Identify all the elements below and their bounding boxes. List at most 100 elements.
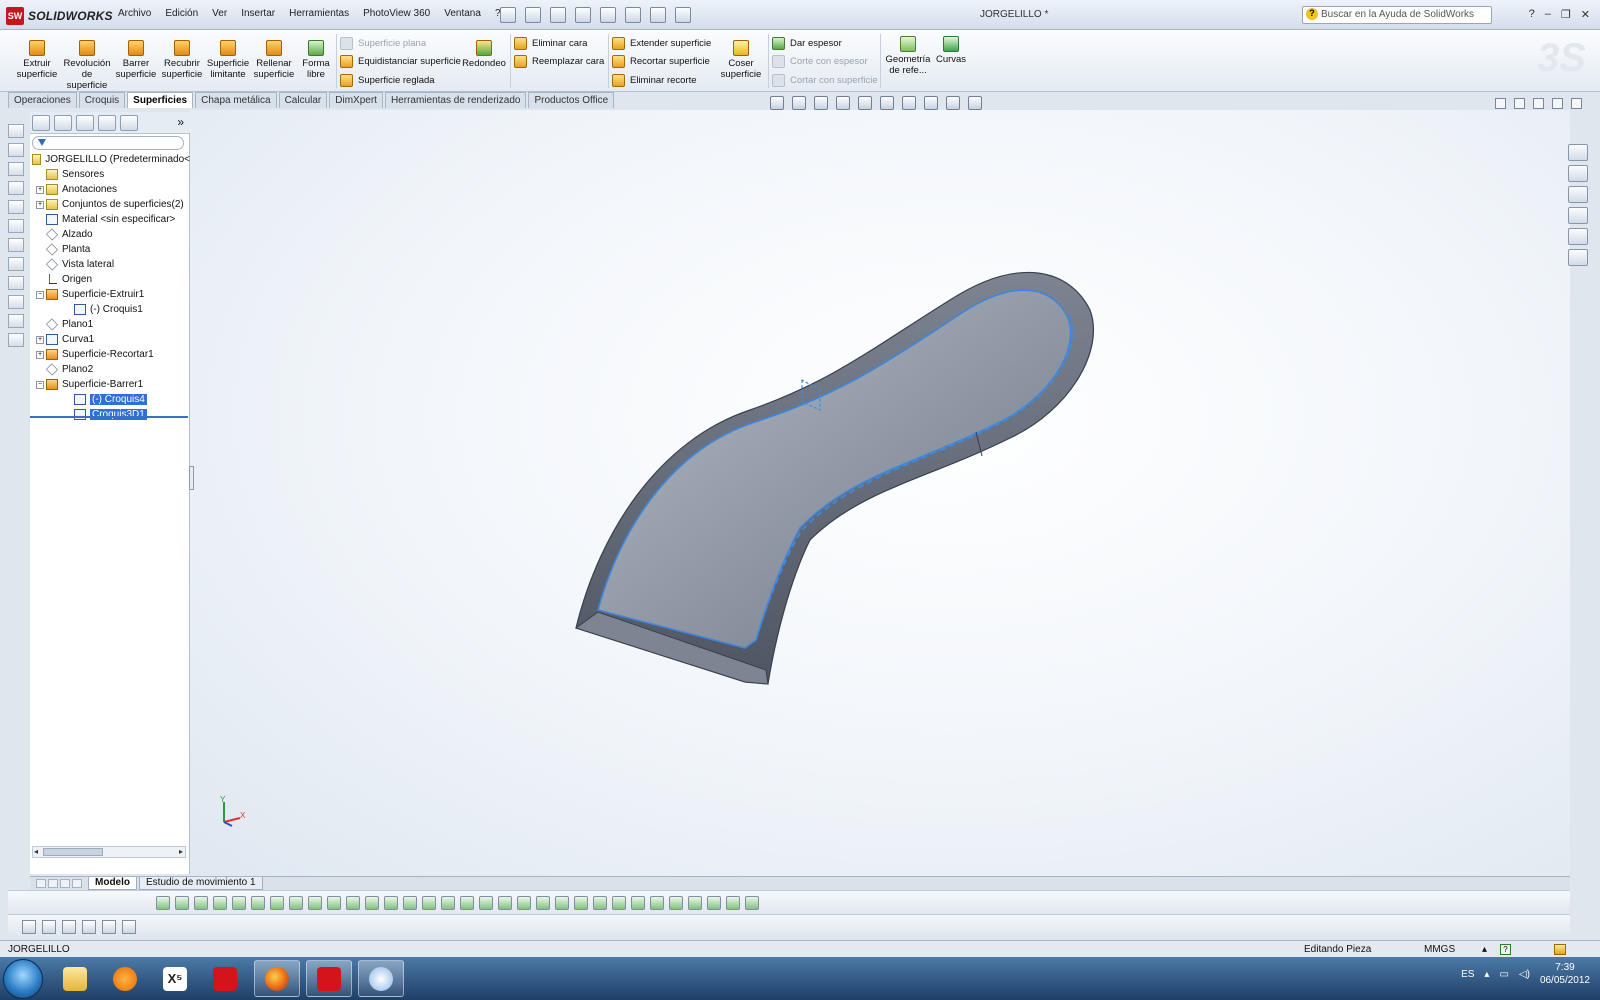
feature-tree-tab-icon[interactable] xyxy=(32,115,50,131)
sketch-tool-icon[interactable] xyxy=(365,896,379,910)
network-icon[interactable]: ▭ xyxy=(1499,969,1508,980)
expand-toggle-icon[interactable]: + xyxy=(36,200,44,209)
redondeo-button[interactable]: Redondeo xyxy=(462,40,506,69)
sketch-icon[interactable] xyxy=(8,257,24,271)
layer-icon[interactable] xyxy=(8,314,24,328)
edit-appearance-icon[interactable] xyxy=(924,96,938,110)
extruir-superficie-button[interactable]: Extruir superficie xyxy=(14,40,60,80)
prev-tab-icon[interactable] xyxy=(48,879,58,888)
assembly-icon[interactable] xyxy=(8,333,24,347)
sketch-tool-icon[interactable] xyxy=(403,896,417,910)
recortar-superficie-button[interactable]: Recortar superficie xyxy=(612,53,710,69)
expand-toggle-icon[interactable]: − xyxy=(36,380,44,389)
expand-toggle-icon[interactable]: + xyxy=(36,350,44,359)
menu-insertar[interactable]: Insertar xyxy=(241,8,275,19)
tab-herramientas-renderizado[interactable]: Herramientas de renderizado xyxy=(384,92,527,108)
revolucion-superficie-button[interactable]: Revolución de superficie xyxy=(62,40,112,91)
tree-node[interactable]: Vista lateral xyxy=(30,257,190,272)
menu-edicion[interactable]: Edición xyxy=(165,8,198,19)
viewport-minimize-icon[interactable] xyxy=(1533,98,1544,109)
smart-dimension-icon[interactable] xyxy=(8,276,24,290)
print-icon[interactable] xyxy=(575,7,591,23)
superficie-reglada-button[interactable]: Superficie reglada xyxy=(340,72,435,88)
tree-node[interactable]: Croquis3D1 xyxy=(30,407,190,422)
sketch-tool-icon[interactable] xyxy=(441,896,455,910)
tab-chapa-metalica[interactable]: Chapa metálica xyxy=(195,92,277,108)
viewport-split-icon[interactable] xyxy=(1495,98,1506,109)
superficie-limitante-button[interactable]: Superficie limitante xyxy=(206,40,250,80)
panel-splitter-handle[interactable] xyxy=(189,466,194,490)
sketch-tool-icon[interactable] xyxy=(270,896,284,910)
tree-node[interactable]: (-) Croquis1 xyxy=(30,302,190,317)
dimxpert-manager-tab-icon[interactable] xyxy=(98,115,116,131)
sketch-tool-icon[interactable] xyxy=(289,896,303,910)
tree-node[interactable]: − Superficie-Extruir1 xyxy=(30,287,190,302)
barrer-superficie-button[interactable]: Barrer superficie xyxy=(114,40,158,80)
menu-archivo[interactable]: Archivo xyxy=(118,8,151,19)
sketch-tool-icon[interactable] xyxy=(650,896,664,910)
layers-icon[interactable] xyxy=(62,920,76,934)
display-style-icon[interactable] xyxy=(880,96,894,110)
sketch-tool-icon[interactable] xyxy=(479,896,493,910)
view-settings-icon[interactable] xyxy=(968,96,982,110)
snap-icon[interactable] xyxy=(102,920,116,934)
sketch-tool-icon[interactable] xyxy=(631,896,645,910)
view-front-icon[interactable] xyxy=(8,124,24,138)
sketch-tool-icon[interactable] xyxy=(536,896,550,910)
tab-superficies[interactable]: Superficies xyxy=(127,92,194,108)
tab-operaciones[interactable]: Operaciones xyxy=(8,92,77,108)
tab-croquis[interactable]: Croquis xyxy=(78,92,126,108)
sketch-tool-icon[interactable] xyxy=(175,896,189,910)
tree-node[interactable]: + Conjuntos de superficies(2) xyxy=(30,197,190,212)
superficie-plana-button[interactable]: Superficie plana xyxy=(340,35,426,51)
sketch-tool-icon[interactable] xyxy=(232,896,246,910)
sketch-tool-icon[interactable] xyxy=(593,896,607,910)
forma-libre-button[interactable]: Forma libre xyxy=(298,40,334,80)
tab-modelo[interactable]: Modelo xyxy=(88,877,137,890)
sketch-tool-icon[interactable] xyxy=(669,896,683,910)
tree-rollback-bar[interactable] xyxy=(30,416,188,418)
taskbar-paint[interactable] xyxy=(358,960,404,997)
file-properties-icon[interactable] xyxy=(675,7,691,23)
sketch-tool-icon[interactable] xyxy=(707,896,721,910)
new-document-icon[interactable] xyxy=(500,7,516,23)
sketch-tool-icon[interactable] xyxy=(194,896,208,910)
configuration-manager-tab-icon[interactable] xyxy=(76,115,94,131)
next-tab-icon[interactable] xyxy=(60,879,70,888)
tab-productos-office[interactable]: Productos Office xyxy=(528,92,615,108)
tree-root[interactable]: JORGELILLO (Predeterminado< xyxy=(30,152,190,167)
rebuild-traffic-light-icon[interactable] xyxy=(650,7,666,23)
eliminar-cara-button[interactable]: Eliminar cara xyxy=(514,35,587,51)
corte-con-espesor-button[interactable]: Corte con espesor xyxy=(772,53,868,69)
expand-toggle-icon[interactable]: + xyxy=(36,335,44,344)
file-explorer-icon[interactable] xyxy=(1568,186,1588,203)
measure-icon[interactable] xyxy=(8,295,24,309)
taskbar-solidworks-2[interactable] xyxy=(306,960,352,997)
view-bottom-icon[interactable] xyxy=(8,219,24,233)
macro-icon[interactable] xyxy=(42,920,56,934)
apply-scene-icon[interactable] xyxy=(946,96,960,110)
sketch-tool-icon[interactable] xyxy=(346,896,360,910)
tree-node[interactable]: Origen xyxy=(30,272,190,287)
viewport-close-icon[interactable] xyxy=(1571,98,1582,109)
tree-node[interactable]: + Curva1 xyxy=(30,332,190,347)
taskbar-clock[interactable]: 7:39 06/05/2012 xyxy=(1540,961,1590,987)
taskbar-x5[interactable]: X⁵ xyxy=(152,960,198,997)
save-icon[interactable] xyxy=(550,7,566,23)
last-tab-icon[interactable] xyxy=(72,879,82,888)
tab-dimxpert[interactable]: DimXpert xyxy=(329,92,383,108)
solidworks-resources-icon[interactable] xyxy=(1568,144,1588,161)
grid-icon[interactable] xyxy=(82,920,96,934)
appearances-icon[interactable] xyxy=(1568,228,1588,245)
graphics-viewport[interactable] xyxy=(190,110,1570,876)
tree-node[interactable]: Plano1 xyxy=(30,317,190,332)
geometria-referencia-button[interactable]: Geometría de refe... xyxy=(884,36,932,76)
zoom-to-fit-icon[interactable] xyxy=(770,96,784,110)
expand-toggle-icon[interactable]: + xyxy=(36,185,44,194)
cortar-con-superficie-button[interactable]: Cortar con superficie xyxy=(772,72,878,88)
rellenar-superficie-button[interactable]: Rellenar superficie xyxy=(252,40,296,80)
taskbar-avast[interactable] xyxy=(102,960,148,997)
recubrir-superficie-button[interactable]: Recubrir superficie xyxy=(160,40,204,80)
sketch-tool-icon[interactable] xyxy=(251,896,265,910)
sketch-tool-icon[interactable] xyxy=(498,896,512,910)
